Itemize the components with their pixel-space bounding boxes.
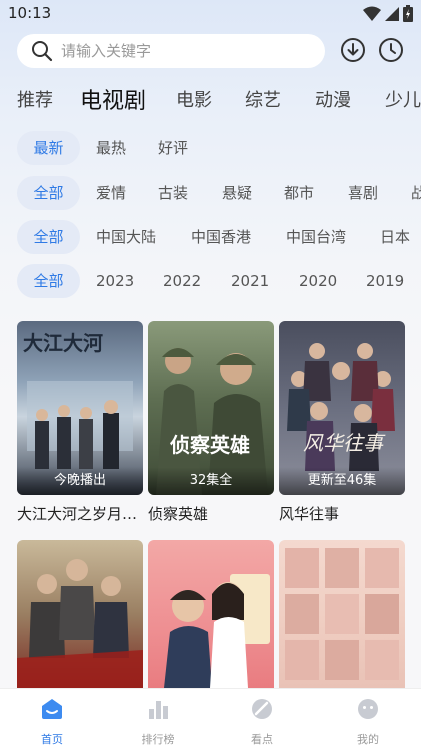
tab-recommend[interactable]: 推荐	[17, 86, 53, 112]
search-row	[0, 32, 421, 70]
home-icon	[42, 699, 62, 719]
battery-icon	[403, 5, 413, 22]
status-icons	[363, 5, 413, 22]
filter-chip[interactable]: 中国大陆	[96, 220, 156, 254]
filter-chip[interactable]: 中国台湾	[286, 220, 346, 254]
tab-movie[interactable]: 电影	[176, 86, 212, 112]
video-card[interactable]: 大江大河 今晚播出 大江大河之岁月…	[17, 321, 143, 531]
filter-chip[interactable]: 好评	[158, 131, 188, 165]
poster-title-art: 大江大河	[23, 331, 103, 355]
episode-badge: 今晚播出	[17, 467, 143, 495]
filter-chip[interactable]: 喜剧	[348, 176, 378, 210]
profile-icon	[358, 699, 378, 719]
video-card[interactable]: 侦察英雄 32集全 侦察英雄	[148, 321, 274, 531]
ranking-icon	[149, 701, 168, 719]
video-card[interactable]	[17, 540, 143, 688]
tab-tv-series[interactable]: 电视剧	[80, 83, 146, 115]
filter-chip[interactable]: 全部	[17, 176, 80, 210]
video-card[interactable]: 风华往事 更新至46集 风华往事	[279, 321, 405, 531]
nav-ranking[interactable]: 排行榜	[118, 697, 198, 747]
filter-chip[interactable]: 战	[411, 176, 421, 210]
category-tabs: 推荐 电视剧 电影 综艺 动漫 少儿	[0, 80, 421, 120]
poster-image	[17, 540, 143, 688]
poster-title-art: 侦察英雄	[170, 433, 250, 457]
download-icon[interactable]	[340, 37, 366, 63]
search-box[interactable]	[17, 34, 325, 68]
nav-highlights[interactable]: 看点	[222, 697, 302, 747]
card-title: 大江大河之岁月…	[17, 505, 138, 523]
poster-image: 侦察英雄 32集全	[148, 321, 274, 495]
poster-title-art: 风华往事	[303, 431, 383, 455]
card-title: 侦察英雄	[148, 505, 209, 523]
tab-anime[interactable]: 动漫	[315, 86, 351, 112]
filter-chip[interactable]: 全部	[17, 220, 80, 254]
search-icon	[32, 41, 53, 62]
filter-row-year: 全部 2023 2022 2021 2020 2019	[0, 264, 421, 300]
tab-variety[interactable]: 综艺	[245, 86, 281, 112]
poster-art	[17, 559, 143, 688]
nav-home[interactable]: 首页	[12, 697, 92, 747]
bottom-nav: 首页 排行榜 看点 我的	[0, 688, 421, 748]
filter-row-region: 全部 中国大陆 中国香港 中国台湾 日本	[0, 220, 421, 256]
filter-chip[interactable]: 2020	[299, 264, 337, 298]
poster-image	[148, 540, 274, 688]
episode-badge: 32集全	[148, 467, 274, 495]
filter-chip[interactable]: 2022	[163, 264, 201, 298]
filter-chip[interactable]: 全部	[17, 264, 80, 298]
filter-chip[interactable]: 悬疑	[222, 176, 252, 210]
video-card[interactable]	[148, 540, 274, 688]
video-card[interactable]	[279, 540, 405, 688]
poster-image: 大江大河 今晚播出	[17, 321, 143, 495]
signal-icon	[385, 6, 399, 21]
status-time: 10:13	[8, 4, 52, 22]
filter-chip[interactable]: 中国香港	[191, 220, 251, 254]
nav-label: 我的	[357, 733, 379, 746]
filter-chip[interactable]: 都市	[284, 176, 314, 210]
card-title: 风华往事	[279, 505, 340, 523]
filter-chip[interactable]: 爱情	[96, 176, 126, 210]
filter-row-sort: 最新 最热 好评	[0, 131, 421, 167]
tab-kids[interactable]: 少儿	[385, 86, 421, 112]
search-input[interactable]	[61, 42, 301, 60]
filter-row-genre: 全部 爱情 古装 悬疑 都市 喜剧 战	[0, 176, 421, 212]
filter-chip[interactable]: 最新	[17, 131, 80, 165]
poster-image	[279, 540, 405, 688]
filter-chip[interactable]: 2023	[96, 264, 134, 298]
highlights-icon	[252, 699, 272, 719]
poster-image: 风华往事 更新至46集	[279, 321, 405, 495]
nav-mine[interactable]: 我的	[328, 697, 408, 747]
poster-art	[285, 548, 399, 680]
filter-chip[interactable]: 最热	[96, 131, 126, 165]
episode-badge: 更新至46集	[279, 467, 405, 495]
filter-chip[interactable]: 古装	[158, 176, 188, 210]
filter-chip[interactable]: 2021	[231, 264, 269, 298]
filter-chip[interactable]: 2019	[366, 264, 404, 298]
nav-label: 首页	[41, 733, 63, 746]
nav-label: 排行榜	[141, 733, 175, 746]
wifi-icon	[363, 6, 381, 21]
nav-label: 看点	[251, 733, 273, 746]
filter-chip[interactable]: 日本	[380, 220, 410, 254]
status-bar: 10:13	[0, 0, 421, 28]
history-icon[interactable]	[378, 37, 404, 63]
poster-art	[164, 574, 270, 688]
